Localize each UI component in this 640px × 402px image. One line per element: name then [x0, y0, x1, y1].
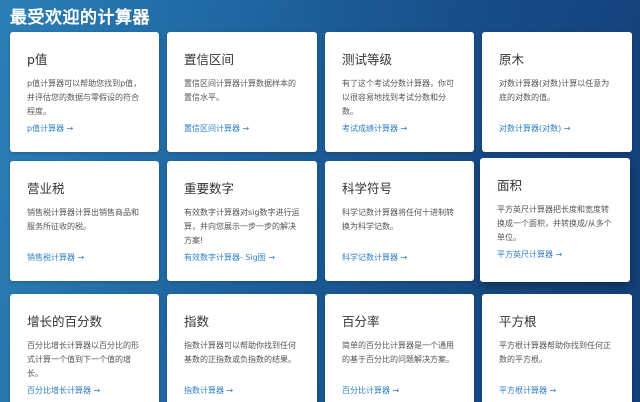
calculator-card[interactable]: 重要数字 有效数字计算器对sig数字进行运算，并向您展示一步一步的解决方案! 有…	[167, 161, 317, 281]
calculator-card[interactable]: 原木 对数计算器(对数)计算以任意为底的对数的值。 对数计算器(对数) →	[482, 32, 632, 152]
card-title: 重要数字	[184, 181, 235, 196]
calculator-card[interactable]: 科学符号 科学记数计算器将任何十进制转换为科学记数。 科学记数计算器 →	[325, 161, 474, 281]
card-title: 测试等级	[342, 52, 393, 67]
card-description: 科学记数计算器将任何十进制转换为科学记数。	[342, 208, 454, 231]
card-title: 营业税	[27, 181, 65, 196]
card-description: 对数计算器(对数)计算以任意为底的对数的值。	[499, 79, 610, 102]
calculator-card[interactable]: 平方根 平方根计算器帮助你找到任何正数的平方根。 平方根计算器 →	[482, 294, 632, 402]
card-description: 有了这个考试分数计算器，你可以很容易地找到考试分数和分数。	[342, 79, 454, 116]
card-description: p值计算器可以帮助您找到p值，并评估您的数据与零假设的符合程度。	[27, 79, 142, 116]
calculator-card[interactable]: 面积 平方英尺计算器把长度和宽度转换成一个面积，并转换成/从多个单位。 平方英尺…	[480, 158, 630, 282]
calculator-link[interactable]: 指数计算器 →	[184, 385, 233, 396]
card-title: 平方根	[499, 314, 537, 329]
card-title: 科学符号	[342, 181, 393, 196]
card-title: 置信区间	[184, 52, 235, 67]
calculator-link[interactable]: 销售税计算器 →	[27, 252, 84, 263]
calculator-link[interactable]: 考试成绩计算器 →	[342, 123, 407, 134]
card-title: 面积	[497, 178, 523, 193]
calculator-card[interactable]: 营业税 销售税计算器计算出销售商品和服务所征收的税。 销售税计算器 →	[10, 161, 159, 281]
calculator-card[interactable]: 置信区间 置信区间计算器计算数据样本的置信水平。 置信区间计算器 →	[167, 32, 317, 152]
calculator-card[interactable]: 指数 指数计算器可以帮助你找到任何基数的正指数或负指数的结果。 指数计算器 →	[167, 294, 317, 402]
calculator-card[interactable]: p值 p值计算器可以帮助您找到p值，并评估您的数据与零假设的符合程度。 p值计算…	[10, 32, 159, 152]
calculator-link[interactable]: 对数计算器(对数) →	[499, 123, 571, 134]
card-description: 平方英尺计算器把长度和宽度转换成一个面积，并转换成/从多个单位。	[497, 205, 612, 242]
calculator-link[interactable]: 置信区间计算器 →	[184, 123, 249, 134]
calculator-link[interactable]: p值计算器 →	[27, 123, 73, 134]
card-description: 指数计算器可以帮助你找到任何基数的正指数或负指数的结果。	[184, 341, 296, 364]
card-description: 平方根计算器帮助你找到任何正数的平方根。	[499, 341, 611, 364]
card-title: 增长的百分数	[27, 314, 103, 329]
card-title: 原木	[499, 52, 525, 67]
calculator-link[interactable]: 平方英尺计算器 →	[497, 249, 562, 260]
calculator-card[interactable]: 增长的百分数 百分比增长计算器以百分比的形式计算一个值到下一个值的增长。 百分比…	[10, 294, 159, 402]
calculator-card[interactable]: 测试等级 有了这个考试分数计算器，你可以很容易地找到考试分数和分数。 考试成绩计…	[325, 32, 474, 152]
calculator-card[interactable]: 百分率 简单的百分比计算器是一个通用的基于百分比的问题解决方案。 百分比计算器 …	[325, 294, 474, 402]
card-description: 置信区间计算器计算数据样本的置信水平。	[184, 79, 296, 102]
card-description: 有效数字计算器对sig数字进行运算，并向您展示一步一步的解决方案!	[184, 208, 300, 245]
calculator-link[interactable]: 科学记数计算器 →	[342, 252, 407, 263]
card-title: 百分率	[342, 314, 380, 329]
calculator-link[interactable]: 百分比计算器 →	[342, 385, 399, 396]
calculator-link[interactable]: 平方根计算器 →	[499, 385, 556, 396]
card-description: 销售税计算器计算出销售商品和服务所征收的税。	[27, 208, 139, 231]
calculator-link[interactable]: 百分比增长计算器 →	[27, 385, 100, 396]
card-title: p值	[27, 52, 48, 67]
card-description: 简单的百分比计算器是一个通用的基于百分比的问题解决方案。	[342, 341, 454, 364]
calculator-grid: p值 p值计算器可以帮助您找到p值，并评估您的数据与零假设的符合程度。 p值计算…	[10, 32, 632, 402]
card-description: 百分比增长计算器以百分比的形式计算一个值到下一个值的增长。	[27, 341, 139, 378]
calculator-link[interactable]: 有效数字计算器- Sig图 →	[184, 252, 275, 263]
card-title: 指数	[184, 314, 210, 329]
page-title: 最受欢迎的计算器	[10, 8, 150, 28]
